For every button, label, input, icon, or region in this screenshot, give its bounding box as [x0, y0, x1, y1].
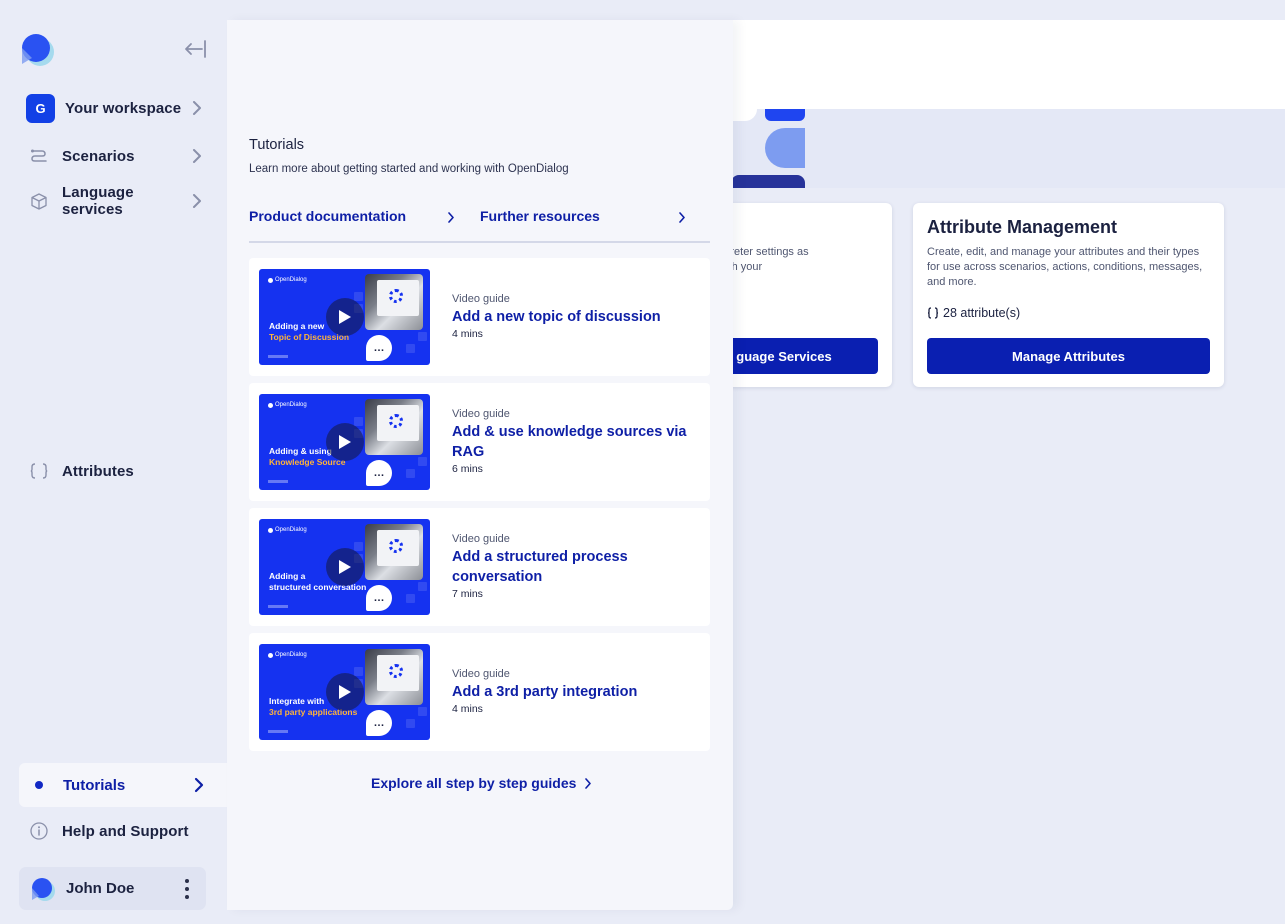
sidebar: G Your workspace Scenarios Language serv…: [0, 0, 227, 924]
user-profile-card[interactable]: John Doe: [19, 867, 206, 910]
braces-icon: [927, 307, 939, 319]
link-label: Explore all step by step guides: [371, 775, 577, 791]
video-kind: Video guide: [452, 293, 510, 305]
video-thumbnail: OpenDialog Integrate with 3rd party appl…: [259, 644, 430, 740]
thumbnail-subtitle: Knowledge Source: [269, 457, 346, 467]
user-name: John Doe: [66, 880, 135, 897]
chat-bubble-icon: …: [366, 460, 392, 486]
banner-shape: [733, 175, 805, 188]
chevron-right-icon: [193, 194, 201, 208]
thumbnail-title: Adding a new: [269, 321, 325, 331]
sidebar-item-scenarios[interactable]: Scenarios: [19, 137, 209, 175]
video-title: Add a 3rd party integration: [452, 684, 638, 700]
sidebar-item-label: Help and Support: [62, 822, 189, 840]
hero-banner: [733, 109, 1285, 188]
video-duration: 4 mins: [452, 328, 483, 340]
video-info: Video guide Add a structured process con…: [452, 533, 702, 600]
sidebar-item-help[interactable]: Help and Support: [19, 812, 209, 850]
product-documentation-link[interactable]: Product documentation: [249, 208, 454, 224]
video-kind: Video guide: [452, 408, 510, 420]
opendialog-logo: OpenDialog: [268, 402, 307, 408]
attribute-count-text: 28 attribute(s): [943, 306, 1021, 320]
sidebar-item-label: Attributes: [62, 462, 134, 480]
sidebar-item-language-services[interactable]: Language services: [19, 182, 209, 220]
video-guide-card[interactable]: OpenDialog Integrate with 3rd party appl…: [249, 633, 710, 751]
panel-subtitle: Learn more about getting started and wor…: [249, 163, 569, 175]
video-duration: 7 mins: [452, 588, 483, 600]
card-description: Create, edit, and manage your attributes…: [927, 246, 1203, 288]
sidebar-item-label: Language services: [62, 184, 134, 218]
video-thumbnail: OpenDialog Adding & using Knowledge Sour…: [259, 394, 430, 490]
video-info: Video guide Add a new topic of discussio…: [452, 293, 702, 340]
thumbnail-title: Integrate with: [269, 696, 325, 706]
main-header: [733, 20, 1285, 109]
sidebar-item-tutorials[interactable]: Tutorials: [19, 763, 227, 807]
link-label: Product documentation: [249, 208, 407, 224]
kebab-menu-icon[interactable]: [184, 878, 190, 899]
explore-guides-link[interactable]: Explore all step by step guides: [371, 775, 592, 791]
scenarios-icon: [29, 146, 49, 166]
play-icon[interactable]: [326, 423, 364, 461]
info-icon: [29, 821, 49, 841]
panel-title: Tutorials: [249, 137, 305, 153]
video-thumbnail: OpenDialog Adding a new Topic of Discuss…: [259, 269, 430, 365]
chevron-right-icon: [193, 101, 201, 115]
chat-bubble-icon: …: [366, 335, 392, 361]
play-icon[interactable]: [326, 548, 364, 586]
video-duration: 6 mins: [452, 463, 483, 475]
banner-shape: [765, 128, 805, 168]
chevron-right-icon: [679, 212, 685, 223]
laptop-image: [365, 524, 423, 580]
workspace-badge: G: [26, 93, 55, 123]
attribute-count: 28 attribute(s): [927, 306, 1020, 320]
sidebar-item-label: Your workspace: [65, 99, 182, 117]
chevron-right-icon: [585, 777, 592, 789]
thumbnail-title: Adding & using: [269, 446, 332, 456]
video-title: Add a structured process conversation: [452, 549, 628, 585]
play-icon[interactable]: [326, 673, 364, 711]
thumbnail-title: Adding a: [269, 571, 306, 581]
video-title: Add a new topic of discussion: [452, 309, 661, 325]
braces-icon: [29, 461, 49, 481]
chevron-right-icon: [193, 149, 201, 163]
chevron-right-icon: [194, 777, 204, 793]
video-title: Add & use knowledge sources via RAG: [452, 424, 687, 460]
attribute-management-card: Attribute Management Create, edit, and m…: [913, 203, 1224, 387]
active-indicator: [35, 781, 43, 789]
sidebar-item-workspace[interactable]: G Your workspace: [19, 89, 209, 127]
video-kind: Video guide: [452, 533, 510, 545]
collapse-sidebar-icon[interactable]: [182, 38, 208, 60]
link-label: Further resources: [480, 208, 600, 224]
video-info: Video guide Add a 3rd party integration …: [452, 668, 702, 715]
chat-bubble-icon: …: [366, 585, 392, 611]
banner-shape: [765, 109, 805, 121]
video-guide-card[interactable]: OpenDialog Adding a new Topic of Discuss…: [249, 258, 710, 376]
further-resources-link[interactable]: Further resources: [480, 208, 685, 224]
avatar: [32, 877, 55, 901]
play-icon[interactable]: [326, 298, 364, 336]
sidebar-item-label: Tutorials: [63, 776, 126, 794]
opendialog-logo: OpenDialog: [268, 527, 307, 533]
opendialog-logo: [22, 34, 54, 66]
sidebar-item-label: Scenarios: [62, 147, 135, 165]
laptop-image: [365, 399, 423, 455]
panel-links: Product documentation Further resources: [249, 198, 710, 243]
opendialog-logo: OpenDialog: [268, 652, 307, 658]
laptop-image: [365, 274, 423, 330]
video-duration: 4 mins: [452, 703, 483, 715]
chat-bubble-icon: …: [366, 710, 392, 736]
card-title: Attribute Management: [927, 217, 1118, 237]
laptop-image: [365, 649, 423, 705]
video-thumbnail: OpenDialog Adding a structured conversat…: [259, 519, 430, 615]
video-guide-card[interactable]: OpenDialog Adding & using Knowledge Sour…: [249, 383, 710, 501]
sidebar-item-attributes[interactable]: Attributes: [19, 452, 209, 490]
manage-attributes-button[interactable]: Manage Attributes: [927, 338, 1210, 374]
video-info: Video guide Add & use knowledge sources …: [452, 408, 702, 475]
video-guide-card[interactable]: OpenDialog Adding a structured conversat…: [249, 508, 710, 626]
cube-icon: [29, 191, 49, 211]
tutorials-panel: Tutorials Learn more about getting start…: [227, 20, 733, 910]
chevron-right-icon: [448, 212, 454, 223]
opendialog-logo: OpenDialog: [268, 277, 307, 283]
video-kind: Video guide: [452, 668, 510, 680]
